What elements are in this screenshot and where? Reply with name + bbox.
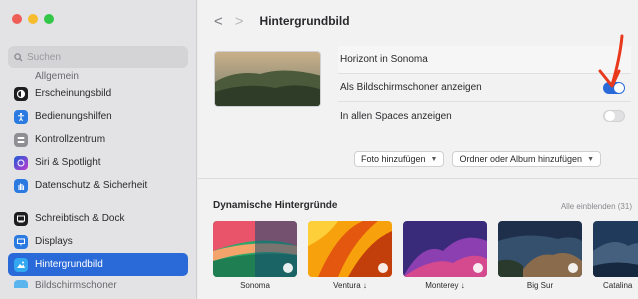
screensaver-row: Als Bildschirmschoner anzeigen — [338, 74, 631, 102]
sidebar-item-label: Erscheinungsbild — [35, 88, 112, 99]
chevron-down-icon: ▼ — [430, 155, 438, 163]
wallpaper-thumb-catalina[interactable] — [593, 221, 638, 277]
sidebar-item-label: Bildschirmschoner — [35, 280, 117, 288]
sidebar-item-general[interactable]: Allgemein — [8, 70, 188, 82]
chevron-down-icon: ▼ — [587, 155, 594, 163]
appearance-icon — [14, 86, 28, 101]
sidebar-item-siri[interactable]: Siri & Spotlight — [8, 151, 188, 174]
close-button[interactable] — [12, 14, 22, 24]
toolbar: < > Hintergrundbild — [198, 0, 638, 42]
wallpaper-label: Catalina — [603, 281, 633, 290]
add-actions: Foto hinzufügen ▼ Ordner oder Album hinz… — [354, 151, 601, 167]
siri-icon — [14, 155, 28, 170]
sidebar-item-appearance[interactable]: Erscheinungsbild — [8, 82, 188, 105]
forward-button[interactable]: > — [235, 13, 244, 30]
sidebar-item-screensaver[interactable]: Bildschirmschoner — [8, 276, 188, 288]
wallpaper-label: Ventura ↓ — [333, 281, 367, 290]
zoom-button[interactable] — [44, 14, 54, 24]
sidebar-item-accessibility[interactable]: Bedienungshilfen — [8, 105, 188, 128]
wallpaper-thumb-monterey[interactable] — [403, 221, 487, 277]
wallpaper-preview[interactable] — [214, 51, 321, 107]
add-folder-label: Ordner oder Album hinzufügen — [459, 154, 583, 164]
sidebar-item-desktop-dock[interactable]: Schreibtisch & Dock — [8, 207, 188, 230]
dynamic-badge-icon — [283, 263, 293, 273]
wallpaper-gallery — [213, 221, 638, 277]
wallpaper-name-row: Horizont in Sonoma — [338, 46, 631, 74]
dynamic-badge-icon — [473, 263, 483, 273]
screensaver-label: Als Bildschirmschoner anzeigen — [340, 82, 482, 93]
sidebar-item-label: Allgemein — [35, 71, 79, 82]
spaces-toggle[interactable] — [603, 110, 625, 122]
sidebar-list: Allgemein Erscheinungsbild Bedienungshil… — [8, 70, 188, 288]
displays-icon — [14, 234, 28, 249]
sidebar: Suchen Allgemein Erscheinungsbild Bedien… — [0, 0, 197, 299]
search-icon — [14, 52, 23, 62]
sidebar-item-wallpaper[interactable]: Hintergrundbild — [8, 253, 188, 276]
sidebar-item-label: Hintergrundbild — [35, 259, 103, 270]
page-title: Hintergrundbild — [259, 14, 350, 28]
spaces-label: In allen Spaces anzeigen — [340, 110, 452, 122]
privacy-hand-icon — [14, 178, 28, 193]
wallpaper-thumb-sonoma[interactable] — [213, 221, 297, 277]
search-input[interactable]: Suchen — [8, 46, 188, 68]
add-folder-button[interactable]: Ordner oder Album hinzufügen ▼ — [452, 151, 601, 167]
minimize-button[interactable] — [28, 14, 38, 24]
section-heading: Dynamische Hintergründe — [213, 200, 338, 211]
sidebar-item-label: Datenschutz & Sicherheit — [35, 180, 148, 191]
dynamic-badge-icon — [568, 263, 578, 273]
add-photo-button[interactable]: Foto hinzufügen ▼ — [354, 151, 445, 167]
wallpaper-thumb-big-sur[interactable] — [498, 221, 582, 277]
section-divider — [198, 178, 638, 179]
sidebar-item-label: Kontrollzentrum — [35, 134, 106, 145]
annotation-arrow-icon — [598, 34, 624, 88]
window-controls — [12, 14, 54, 24]
settings-window: Suchen Allgemein Erscheinungsbild Bedien… — [0, 0, 638, 299]
dock-icon — [14, 211, 28, 226]
wallpaper-label: Monterey ↓ — [425, 281, 465, 290]
wallpaper-icon — [14, 257, 28, 272]
add-photo-label: Foto hinzufügen — [361, 154, 426, 164]
back-button[interactable]: < — [214, 13, 223, 30]
control-center-icon — [14, 132, 28, 147]
wallpaper-label: Sonoma — [240, 281, 270, 290]
screensaver-icon — [14, 280, 28, 288]
accessibility-icon — [14, 109, 28, 124]
main-pane: < > Hintergrundbild Horizont in Sonoma A… — [198, 0, 638, 299]
search-placeholder: Suchen — [27, 51, 61, 63]
wallpaper-thumb-ventura[interactable] — [308, 221, 392, 277]
wallpaper-labels: Sonoma Ventura ↓ Monterey ↓ Big Sur Cata… — [213, 281, 638, 290]
wallpaper-name: Horizont in Sonoma — [340, 54, 428, 65]
sidebar-item-label: Bedienungshilfen — [35, 111, 112, 122]
sidebar-item-label: Schreibtisch & Dock — [35, 213, 125, 224]
sidebar-item-control-center[interactable]: Kontrollzentrum — [8, 128, 188, 151]
sidebar-item-displays[interactable]: Displays — [8, 230, 188, 253]
spaces-row: In allen Spaces anzeigen — [338, 102, 631, 130]
dynamic-badge-icon — [378, 263, 388, 273]
sidebar-item-label: Siri & Spotlight — [35, 157, 101, 168]
show-all-link[interactable]: Alle einblenden (31) — [561, 202, 632, 211]
sidebar-item-label: Displays — [35, 236, 73, 247]
wallpaper-settings: Horizont in Sonoma Als Bildschirmschoner… — [338, 46, 631, 130]
wallpaper-label: Big Sur — [526, 281, 554, 290]
sidebar-item-privacy[interactable]: Datenschutz & Sicherheit — [8, 174, 188, 197]
